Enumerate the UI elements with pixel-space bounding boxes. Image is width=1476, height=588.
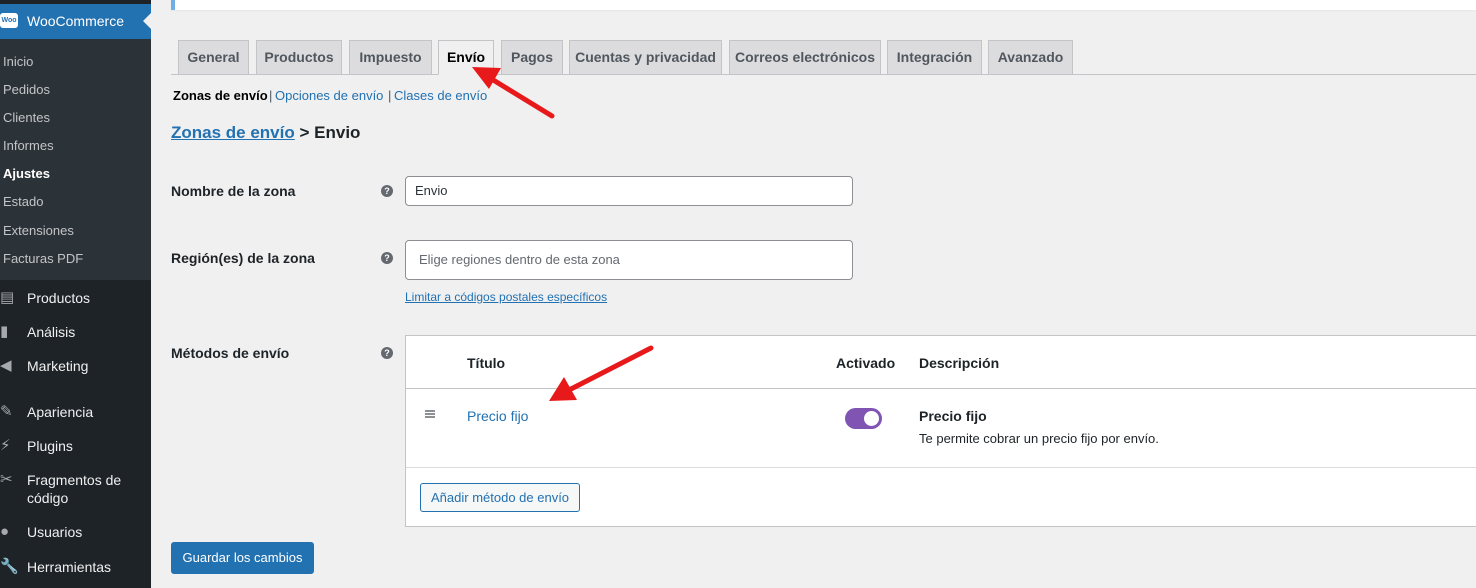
tab-correos-electronicos[interactable]: Correos electrónicos — [729, 40, 881, 75]
section-zonas-envio[interactable]: Zonas de envío — [173, 88, 268, 103]
submenu-item-pedidos[interactable]: Pedidos — [3, 82, 50, 97]
tab-cuentas-privacidad[interactable]: Cuentas y privacidad — [569, 40, 722, 75]
breadcrumb-separator: > — [299, 123, 310, 142]
method-description-text: Te permite cobrar un precio fijo por env… — [919, 431, 1159, 446]
method-enabled-toggle[interactable] — [845, 408, 882, 429]
tab-general[interactable]: General — [178, 40, 249, 75]
save-changes-button[interactable]: Guardar los cambios — [171, 542, 314, 574]
tab-productos[interactable]: Productos — [256, 40, 342, 75]
tab-impuesto[interactable]: Impuesto — [349, 40, 432, 75]
column-header-enabled: Activado — [836, 355, 896, 371]
admin-notice — [171, 0, 1476, 10]
table-row-divider — [406, 467, 1476, 468]
submenu-item-informes[interactable]: Informes — [3, 138, 54, 153]
scissors-icon: ✂ — [0, 471, 13, 488]
sidebar-item-plugins[interactable]: ⚡ Plugins — [0, 437, 151, 455]
help-icon[interactable]: ? — [381, 347, 393, 359]
add-shipping-method-button[interactable]: Añadir método de envío — [420, 483, 581, 512]
sidebar-item-label: WooCommerce — [27, 13, 124, 29]
zone-regions-label: Región(es) de la zona — [171, 250, 315, 266]
sidebar-item-woocommerce[interactable]: Woo WooCommerce — [0, 4, 151, 39]
sidebar-item-productos[interactable]: ▤ Productos — [0, 289, 151, 307]
shipping-methods-table: Título Activado Descripción Precio fijo … — [405, 335, 1476, 527]
method-description-title: Precio fijo — [919, 408, 987, 424]
tab-pagos[interactable]: Pagos — [501, 40, 563, 75]
bar-chart-icon: ▮ — [0, 323, 9, 340]
shipping-methods-label: Métodos de envío — [171, 345, 290, 361]
tab-avanzado[interactable]: Avanzado — [988, 40, 1073, 75]
sidebar-item-analisis[interactable]: ▮ Análisis — [0, 323, 151, 341]
sidebar-item-fragmentos[interactable]: ✂ Fragmentos de código — [0, 471, 151, 507]
column-header-description: Descripción — [919, 355, 1000, 371]
sidebar-item-marketing[interactable]: ◀ Marketing — [0, 357, 151, 375]
submenu-item-estado[interactable]: Estado — [3, 194, 43, 209]
megaphone-icon: ◀ — [0, 357, 12, 374]
sidebar-item-label: Marketing — [27, 358, 89, 374]
woocommerce-logo-icon: Woo — [0, 13, 18, 28]
wrench-icon: 🔧 — [0, 558, 19, 575]
current-menu-arrow-icon — [143, 13, 151, 29]
breadcrumb-current: Envio — [314, 123, 361, 142]
method-title-link[interactable]: Precio fijo — [467, 408, 528, 424]
sidebar-item-label: Fragmentos de — [27, 472, 122, 488]
help-icon[interactable]: ? — [381, 185, 393, 197]
section-clases-envio[interactable]: Clases de envío — [394, 88, 487, 103]
breadcrumb: Zonas de envío > Envio — [171, 123, 360, 143]
sidebar-item-label: Productos — [27, 290, 91, 306]
breadcrumb-zonas-link[interactable]: Zonas de envío — [171, 123, 295, 142]
plug-icon: ⚡ — [0, 437, 11, 454]
sidebar-item-label: Análisis — [27, 324, 76, 340]
table-header-divider — [406, 388, 1476, 389]
tab-envio[interactable]: Envío — [438, 40, 494, 75]
section-separator: | — [388, 88, 392, 103]
sidebar-item-label: Plugins — [27, 438, 73, 454]
column-header-title: Título — [467, 355, 506, 371]
section-opciones-envio[interactable]: Opciones de envío — [275, 88, 383, 103]
zone-name-label: Nombre de la zona — [171, 183, 296, 199]
tab-integracion[interactable]: Integración — [887, 40, 982, 75]
admin-sidebar: Woo WooCommerce Inicio Pedidos Clientes … — [0, 0, 151, 588]
help-icon[interactable]: ? — [381, 252, 393, 264]
submenu-item-ajustes[interactable]: Ajustes — [3, 166, 50, 181]
archive-icon: ▤ — [0, 289, 15, 306]
brush-icon: ✎ — [0, 403, 13, 420]
toggle-knob — [864, 411, 879, 426]
submenu-item-extensiones[interactable]: Extensiones — [3, 223, 74, 238]
woocommerce-submenu — [0, 39, 151, 280]
submenu-item-clientes[interactable]: Clientes — [3, 110, 50, 125]
sidebar-item-label-line2: código — [27, 490, 69, 506]
sidebar-item-label: Herramientas — [27, 559, 112, 575]
drag-handle-icon[interactable] — [425, 410, 435, 418]
zone-regions-select[interactable]: Elige regiones dentro de esta zona — [405, 240, 853, 280]
sidebar-item-herramientas[interactable]: 🔧 Herramientas — [0, 558, 151, 576]
sidebar-item-apariencia[interactable]: ✎ Apariencia — [0, 403, 151, 421]
submenu-item-facturas-pdf[interactable]: Facturas PDF — [3, 251, 83, 266]
section-separator: | — [269, 88, 273, 103]
sidebar-item-label: Usuarios — [27, 524, 83, 540]
sidebar-item-usuarios[interactable]: ● Usuarios — [0, 523, 151, 541]
sidebar-item-label: Apariencia — [27, 404, 94, 420]
zone-name-input[interactable]: Envio — [405, 176, 853, 206]
user-icon: ● — [0, 523, 10, 540]
submenu-item-inicio[interactable]: Inicio — [3, 54, 33, 69]
limit-postcodes-link[interactable]: Limitar a códigos postales específicos — [405, 290, 607, 304]
